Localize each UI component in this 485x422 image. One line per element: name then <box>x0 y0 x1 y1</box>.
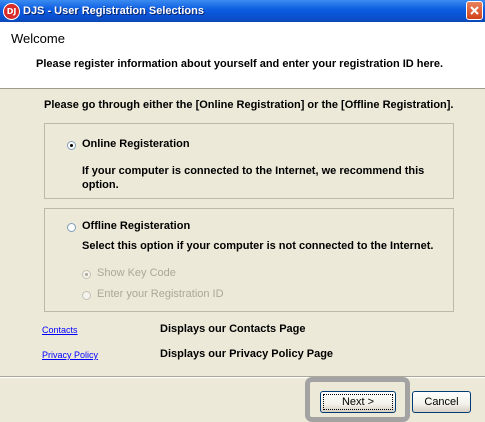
radio-selected-dot <box>85 273 88 276</box>
page-subtitle: Please register information about yourse… <box>36 58 444 70</box>
offline-description: Select this option if your computer is n… <box>82 240 434 252</box>
cancel-button[interactable]: Cancel <box>412 391 471 413</box>
page-title: Welcome <box>11 31 65 46</box>
window-title: DJS - User Registration Selections <box>23 5 204 17</box>
privacy-policy-link[interactable]: Privacy Policy <box>42 350 98 360</box>
radio-selected-dot <box>70 144 73 147</box>
header-panel: Welcome Please register information abou… <box>0 22 485 89</box>
offline-registration-group: Offline Registeration Select this option… <box>44 208 454 312</box>
online-description-line1: If your computer is connected to the Int… <box>82 165 425 177</box>
offline-registration-radio[interactable] <box>67 223 76 232</box>
registration-dialog: DJ DJS - User Registration Selections We… <box>0 0 485 422</box>
instruction-text: Please go through either the [Online Reg… <box>44 99 454 111</box>
title-bar[interactable]: DJ DJS - User Registration Selections <box>0 0 485 22</box>
online-registration-group: Online Registeration If your computer is… <box>44 123 454 199</box>
footer-divider <box>0 376 485 378</box>
enter-registration-id-radio[interactable] <box>82 291 91 300</box>
online-registration-radio[interactable] <box>67 141 76 150</box>
contacts-link[interactable]: Contacts <box>42 325 78 335</box>
next-button[interactable]: Next > <box>320 391 396 413</box>
online-registration-label[interactable]: Online Registeration <box>82 138 190 150</box>
app-icon: DJ <box>3 3 20 20</box>
enter-registration-id-label[interactable]: Enter your Registration ID <box>97 288 224 300</box>
show-key-code-radio[interactable] <box>82 270 91 279</box>
show-key-code-label[interactable]: Show Key Code <box>97 267 176 279</box>
online-description-line2: option. <box>82 179 119 191</box>
contacts-link-description: Displays our Contacts Page <box>160 323 306 335</box>
close-icon <box>470 6 479 15</box>
close-button[interactable] <box>466 1 483 20</box>
offline-registration-label[interactable]: Offline Registeration <box>82 220 190 232</box>
privacy-policy-link-description: Displays our Privacy Policy Page <box>160 348 334 360</box>
